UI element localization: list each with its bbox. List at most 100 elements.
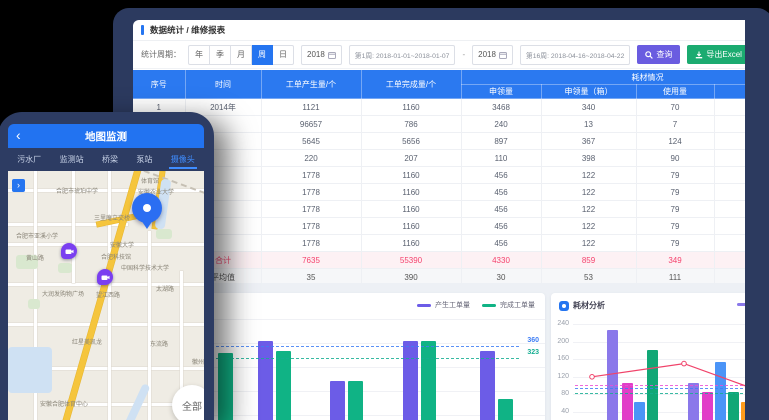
table-cell: 122 [541,235,636,252]
table-cell: 3468 [461,99,541,116]
map-label: 中国科学技术大学 [121,263,169,272]
map-road [148,231,151,420]
table-cell: 79 [636,167,714,184]
export-excel-button[interactable]: 导出Excel [687,45,745,64]
map-road [8,243,204,246]
stage: 数据统计 / 维修报表 统计周期： 年季月周日 2018 第1周: 2018-0… [0,0,769,420]
table-cell: 110 [461,150,541,167]
week-to-input[interactable]: 第16周: 2018-04-16~2018-04-22 [520,45,630,65]
map-park [156,229,172,239]
location-pin[interactable] [132,193,162,223]
period-label: 统计周期： [141,49,181,60]
phone-tab-桥梁[interactable]: 桥梁 [102,150,118,169]
map-label: 三里庵立交桥 [94,213,130,222]
phone-app-header: ‹ 地图监测 [8,124,204,148]
repair-report-table: 序号时间工单产生量/个工单完成量/个耗材情况申领量申领量（箱）使用量库存量120… [133,70,745,286]
phone-page-title: 地图监测 [85,129,127,144]
table-row: 8177811604561227967 [133,218,745,235]
table-row: 6177811604561227967 [133,184,745,201]
table-cell: 122 [541,218,636,235]
period-option-年[interactable]: 年 [188,45,210,65]
table-row: 296657786240137690 [133,116,745,133]
column-header: 时间 [185,70,261,99]
range-separator: - [462,50,465,59]
camera-marker[interactable] [97,269,113,285]
period-option-周[interactable]: 周 [252,45,273,65]
table-cell: 96657 [261,116,361,133]
bar-完成工单量 [498,399,513,420]
year-from-value: 2018 [307,50,325,59]
total-cell: 332 [714,252,745,269]
map-view[interactable]: 合肥市琥珀中学体育馆安徽农业大学三里庵立交桥合肥市亚溪小学安徽大学合肥科技馆中国… [8,171,204,420]
bar-完成工单量 [276,351,291,420]
phone-tab-摄像头[interactable]: 摄像头 [171,150,195,169]
table-cell: 1160 [361,218,461,235]
table-cell: 367 [541,133,636,150]
bar-产生工单量 [480,351,495,420]
year-to-select[interactable]: 2018 [472,45,513,65]
week-from-input[interactable]: 第1周: 2018-01-01~2018-01-07 [349,45,456,65]
table-cell: 456 [461,218,541,235]
table-cell: 122 [541,201,636,218]
table-cell: 19 [714,150,745,167]
map-water [109,383,150,420]
map-label: 望江西路 [96,290,120,299]
table-cell: 1778 [261,184,361,201]
phone-tab-泵站[interactable]: 泵站 [136,150,152,169]
phone-tab-污水厂[interactable]: 污水厂 [17,150,41,169]
search-icon [645,51,653,59]
phone-tab-监测站[interactable]: 监测站 [60,150,84,169]
period-option-季[interactable]: 季 [210,45,231,65]
breadcrumb-bar: 数据统计 / 维修报表 [133,20,745,41]
bar-产生工单量 [403,341,418,420]
breadcrumb: 数据统计 / 维修报表 [150,24,225,36]
map-label: 安徽合肥体育中心 [40,399,88,408]
reference-label: 360 [527,337,539,344]
filter-bar: 统计周期： 年季月周日 2018 第1周: 2018-01-01~2018-01… [133,41,745,69]
table-cell: 70 [636,99,714,116]
map-label: 黄山路 [26,253,44,262]
table-cell: 90 [636,150,714,167]
total-cell: 349 [636,252,714,269]
sub-column-header: 库存量 [714,85,745,99]
table-cell: 67 [714,235,745,252]
all-button[interactable]: 全部 [172,385,204,420]
charts-section: 产生工单量完成工单量 360323 耗材分析 2402001601208040 [133,283,745,420]
table-cell: 79 [636,201,714,218]
calendar-icon [499,51,507,59]
back-icon[interactable]: ‹ [16,127,21,143]
table-cell: 1778 [261,218,361,235]
total-cell: 55390 [361,252,461,269]
group-header: 耗材情况 [461,70,745,85]
map-water [8,347,52,393]
table-cell: 67 [714,201,745,218]
total-cell: 4330 [461,252,541,269]
table-cell: 786 [361,116,461,133]
period-option-日[interactable]: 日 [273,45,294,65]
table-cell: 5656 [361,133,461,150]
map-expand-button[interactable]: › [12,179,25,192]
total-cell: 7635 [261,252,361,269]
column-header: 工单产生量/个 [261,70,361,99]
table-cell: 1778 [261,235,361,252]
table-cell: 897 [461,133,541,150]
year-from-select[interactable]: 2018 [301,45,342,65]
table-cell: 207 [361,150,461,167]
camera-marker[interactable] [61,243,77,259]
consumables-chart-card: 耗材分析 2402001601208040 [551,293,745,420]
table-cell: 1778 [261,201,361,218]
query-button[interactable]: 查询 [637,45,680,64]
table-cell: 67 [714,184,745,201]
sub-column-header: 申领量 [461,85,541,99]
table-cell: 124 [636,133,714,150]
table-cell: 79 [636,184,714,201]
table-cell: 1160 [361,184,461,201]
table-cell: 79 [636,218,714,235]
period-option-月[interactable]: 月 [231,45,252,65]
table-cell: 690 [714,116,745,133]
table-cell: 340 [541,99,636,116]
map-road [8,189,204,192]
table-cell: 250 [714,99,745,116]
map-label: 东流路 [150,339,168,348]
period-segmented-control: 年季月周日 [188,45,294,65]
